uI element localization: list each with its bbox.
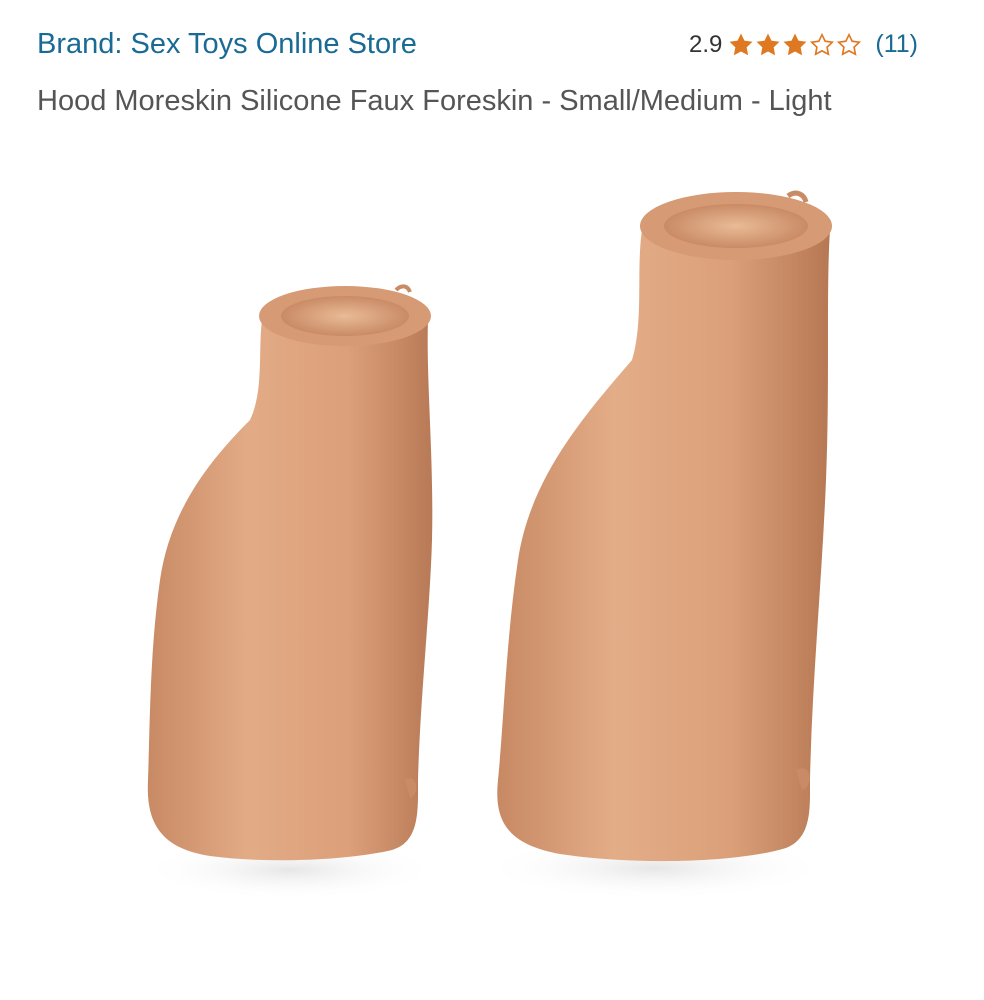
right-sleeve (497, 190, 832, 862)
product-image[interactable] (0, 180, 984, 1000)
brand-link[interactable]: Brand: Sex Toys Online Store (37, 28, 417, 61)
star-full-icon (729, 32, 753, 55)
rating-value: 2.9 (689, 30, 723, 58)
star-empty-icon (810, 32, 835, 56)
star-empty-icon (837, 32, 862, 56)
star-full-icon (783, 32, 807, 55)
product-title: Hood Moreskin Silicone Faux Foreskin - S… (37, 85, 832, 117)
rating-count-link[interactable]: (11) (875, 30, 918, 59)
product-page: Brand: Sex Toys Online Store 2.9 (11) Ho… (0, 0, 984, 1000)
star-rating (728, 32, 863, 58)
star-full-icon (756, 32, 780, 55)
rating-summary[interactable]: 2.9 (11) (689, 30, 918, 59)
left-sleeve (147, 284, 433, 861)
